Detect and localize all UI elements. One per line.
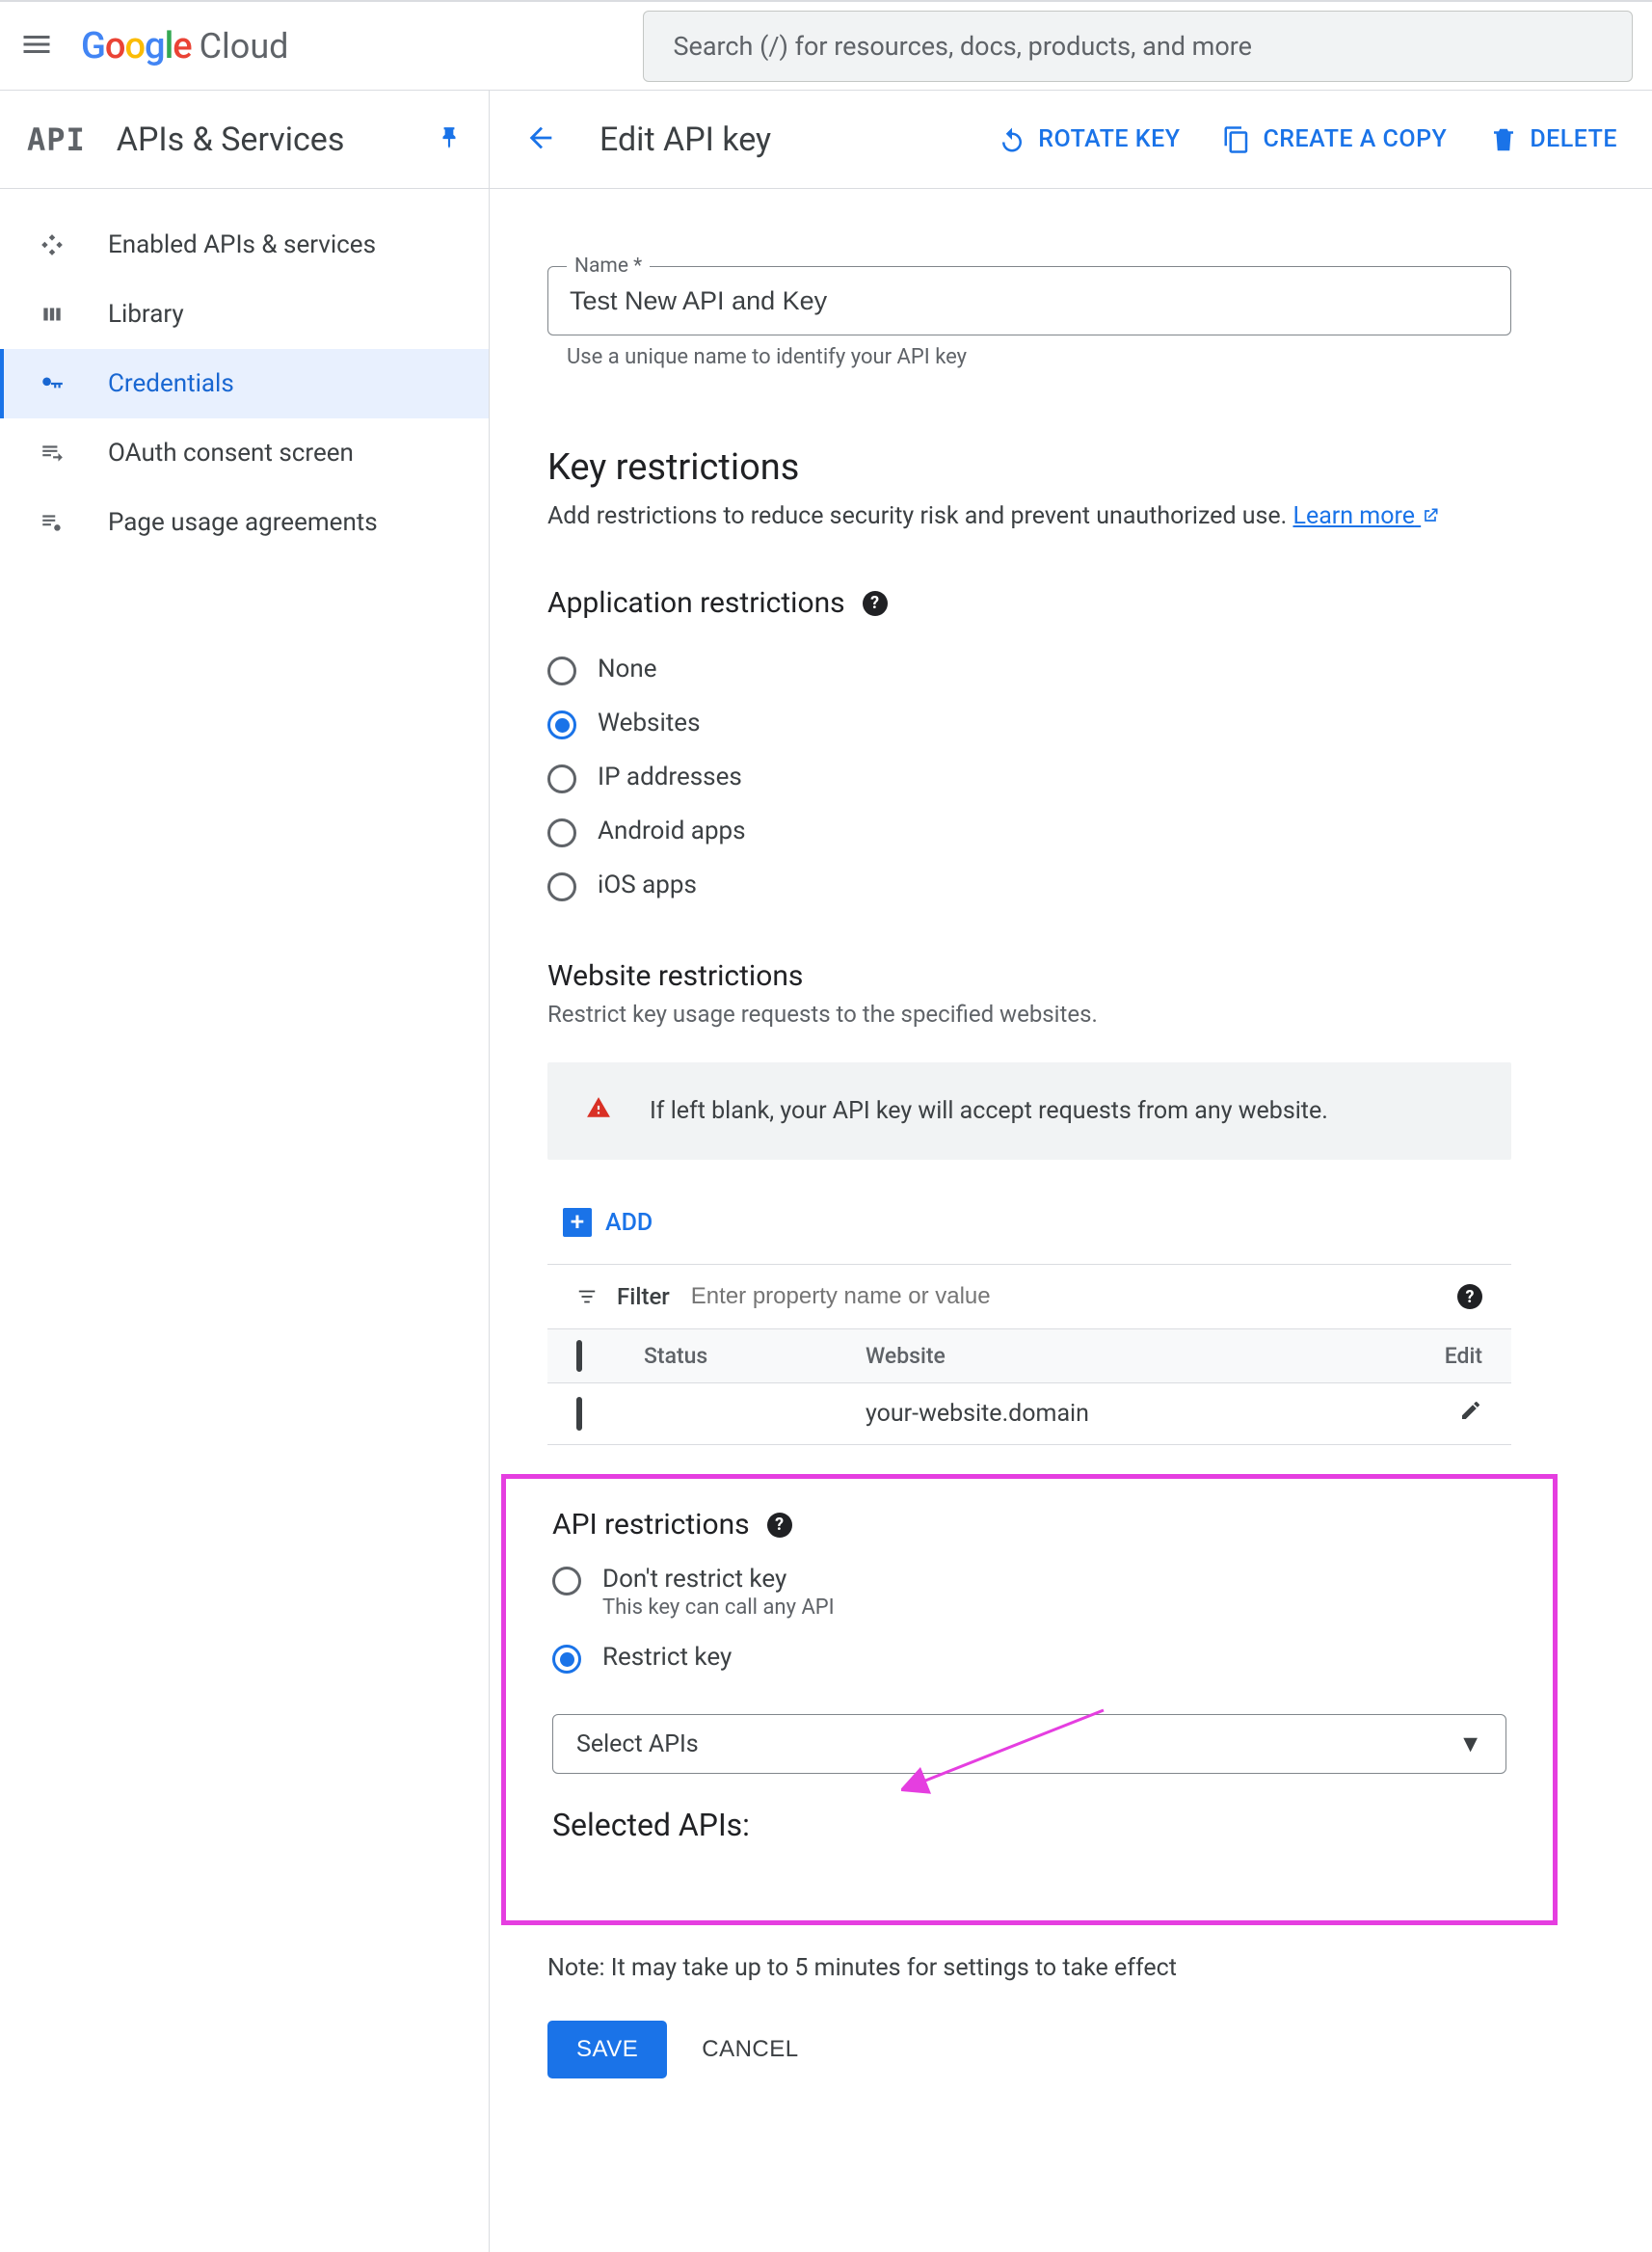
- sidebar-item-oauth[interactable]: OAuth consent screen: [0, 418, 489, 488]
- search-placeholder: Search (/) for resources, docs, products…: [673, 31, 1251, 62]
- radio-android[interactable]: Android apps: [547, 805, 1511, 859]
- page-title: Edit API key: [600, 121, 771, 159]
- diamond-icon: [37, 229, 67, 260]
- radio-restrict[interactable]: Restrict key: [552, 1631, 1506, 1685]
- edit-icon[interactable]: [1415, 1399, 1482, 1429]
- radio-icon: [547, 764, 576, 793]
- sidebar-label: OAuth consent screen: [108, 439, 354, 468]
- warning-icon: [586, 1095, 611, 1127]
- library-icon: [37, 299, 67, 330]
- cancel-button[interactable]: CANCEL: [696, 2021, 804, 2078]
- radio-icon: [547, 872, 576, 901]
- key-restrictions-heading: Key restrictions: [547, 446, 1511, 489]
- help-icon[interactable]: ?: [863, 591, 888, 616]
- radio-none[interactable]: None: [547, 643, 1511, 697]
- sidebar-label: Enabled APIs & services: [108, 230, 376, 259]
- save-note: Note: It may take up to 5 minutes for se…: [547, 1954, 1511, 1982]
- pin-icon[interactable]: [437, 125, 462, 154]
- api-restrictions-highlight: API restrictions ? Don't restrict key Th…: [501, 1474, 1558, 1925]
- name-input[interactable]: [547, 266, 1511, 335]
- save-button[interactable]: SAVE: [547, 2021, 667, 2078]
- sidebar-item-page-usage[interactable]: Page usage agreements: [0, 488, 489, 557]
- radio-dont-restrict[interactable]: Don't restrict key This key can call any…: [552, 1553, 1506, 1631]
- col-status: Status: [644, 1343, 866, 1369]
- row-website: your-website.domain: [866, 1400, 1415, 1428]
- logo[interactable]: Google Cloud: [81, 25, 288, 67]
- key-restrictions-desc: Add restrictions to reduce security risk…: [547, 502, 1511, 532]
- filter-icon: [576, 1286, 598, 1307]
- help-icon[interactable]: ?: [1457, 1284, 1482, 1309]
- radio-icon: [547, 657, 576, 685]
- search-input[interactable]: Search (/) for resources, docs, products…: [643, 11, 1633, 82]
- rotate-key-button[interactable]: ROTATE KEY: [998, 125, 1180, 154]
- key-icon: [37, 368, 67, 399]
- external-link-icon: [1421, 504, 1440, 532]
- sidebar-item-enabled-apis[interactable]: Enabled APIs & services: [0, 210, 489, 280]
- plus-icon: +: [563, 1208, 592, 1237]
- radio-icon: [547, 818, 576, 847]
- agreement-icon: [37, 507, 67, 538]
- api-restrictions-heading: API restrictions ?: [552, 1508, 1506, 1542]
- api-logo: API: [27, 121, 86, 158]
- radio-websites[interactable]: Websites: [547, 697, 1511, 751]
- radio-icon: [552, 1645, 581, 1674]
- sidebar-item-library[interactable]: Library: [0, 280, 489, 349]
- google-logo: Google: [81, 25, 192, 67]
- sidebar-label: Credentials: [108, 369, 234, 398]
- col-edit: Edit: [1415, 1343, 1482, 1369]
- filter-label: Filter: [617, 1283, 670, 1310]
- learn-more-link[interactable]: Learn more: [1292, 502, 1440, 530]
- add-button[interactable]: + ADD: [563, 1208, 1511, 1237]
- website-restrictions-desc: Restrict key usage requests to the speci…: [547, 1001, 1511, 1028]
- sidebar-label: Library: [108, 300, 184, 329]
- radio-icon: [552, 1567, 581, 1595]
- radio-icon: [547, 710, 576, 739]
- sidebar-item-credentials[interactable]: Credentials: [0, 349, 489, 418]
- dropdown-icon: ▼: [1458, 1730, 1482, 1758]
- col-website: Website: [866, 1343, 1415, 1369]
- filter-input[interactable]: [689, 1282, 1438, 1311]
- delete-button[interactable]: DELETE: [1489, 125, 1617, 154]
- website-restrictions-heading: Website restrictions: [547, 959, 1511, 993]
- consent-icon: [37, 438, 67, 469]
- back-icon[interactable]: [524, 121, 557, 158]
- sidebar-title: APIs & Services: [117, 121, 406, 159]
- select-all-checkbox[interactable]: [576, 1340, 582, 1372]
- create-copy-button[interactable]: CREATE A COPY: [1222, 125, 1447, 154]
- cloud-text: Cloud: [200, 26, 289, 67]
- application-restrictions-heading: Application restrictions ?: [547, 586, 1511, 620]
- row-checkbox[interactable]: [576, 1397, 582, 1431]
- blank-notice: If left blank, your API key will accept …: [547, 1062, 1511, 1160]
- sidebar-label: Page usage agreements: [108, 508, 378, 537]
- app-restrictions-radios: None Websites IP addresses Android apps …: [547, 643, 1511, 913]
- selected-apis-heading: Selected APIs:: [552, 1807, 1506, 1843]
- help-icon[interactable]: ?: [767, 1513, 792, 1538]
- table-row: your-website.domain: [547, 1383, 1511, 1445]
- menu-icon[interactable]: [19, 27, 54, 66]
- name-label: Name *: [567, 255, 650, 278]
- name-helper: Use a unique name to identify your API k…: [567, 345, 1511, 369]
- annotation-arrow: [901, 1701, 1113, 1801]
- radio-ip[interactable]: IP addresses: [547, 751, 1511, 805]
- radio-ios[interactable]: iOS apps: [547, 859, 1511, 913]
